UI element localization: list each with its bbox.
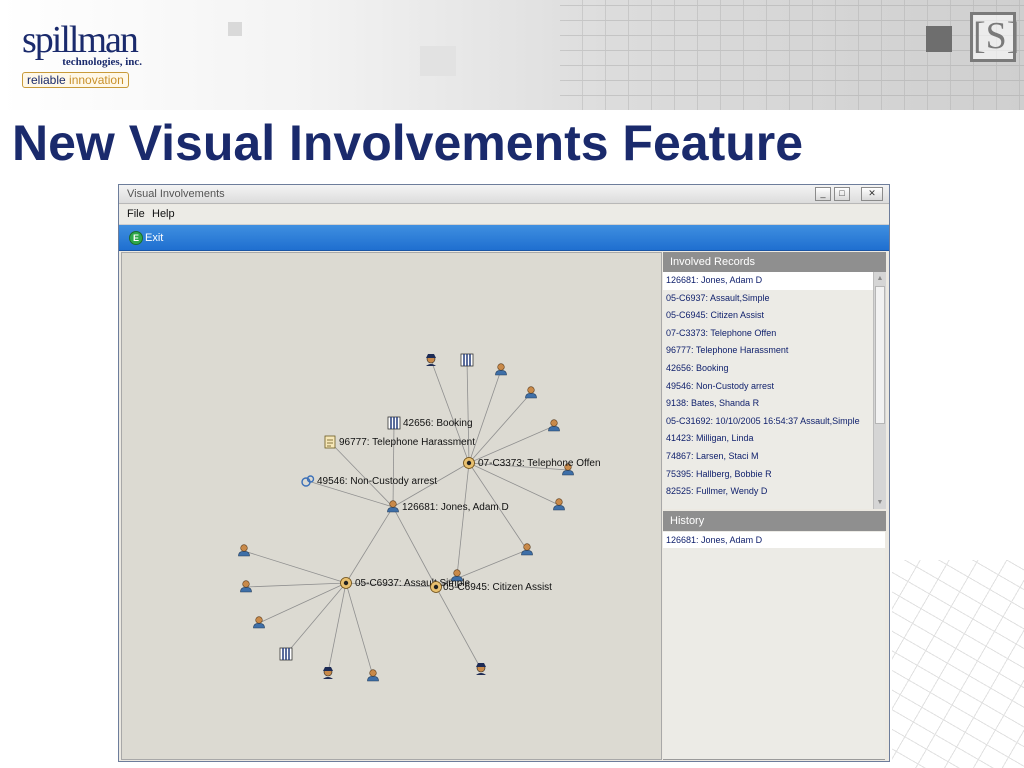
person-node[interactable] <box>253 616 265 629</box>
involved-records-header: Involved Records <box>663 252 886 272</box>
scroll-down-arrow[interactable]: ▼ <box>874 496 886 509</box>
officer-node[interactable] <box>322 666 334 680</box>
history-list[interactable]: 126681: Jones, Adam D <box>663 531 885 760</box>
telephone-harassment-label: 96777: Telephone Harassment <box>339 437 475 448</box>
exit-button[interactable]: E Exit <box>129 230 167 246</box>
booking-label: 42656: Booking <box>403 418 473 429</box>
exit-icon: E <box>129 231 143 245</box>
logo-tag-reliable: reliable <box>27 73 66 87</box>
records-scrollbar[interactable]: ▲ ▼ <box>873 272 886 509</box>
person-node[interactable] <box>521 543 533 556</box>
menu-bar: File Help <box>119 205 889 225</box>
scroll-thumb[interactable] <box>875 286 885 424</box>
scroll-up-arrow[interactable]: ▲ <box>874 272 886 285</box>
close-button[interactable]: ✕ <box>861 187 883 201</box>
logo-tagline: reliable innovation <box>22 72 129 88</box>
non-custody-arrest-node[interactable]: 49546: Non-Custody arrest <box>301 475 437 487</box>
blueprint-decoration-bottom <box>892 560 1024 768</box>
record-item[interactable]: 07-C3373: Telephone Offen <box>663 325 873 343</box>
person-node[interactable] <box>367 669 379 682</box>
record-item[interactable]: 74867: Larsen, Staci M <box>663 448 873 466</box>
telephone-harassment-node[interactable]: 96777: Telephone Harassment <box>324 435 475 449</box>
jones-label: 126681: Jones, Adam D <box>402 502 509 513</box>
menu-file[interactable]: File <box>127 208 145 220</box>
jail-node[interactable] <box>460 353 474 367</box>
person-node[interactable] <box>495 363 507 376</box>
jones-person-node[interactable]: 126681: Jones, Adam D <box>387 500 509 513</box>
company-logo: spillman technologies, inc. reliable inn… <box>22 19 142 106</box>
decorative-square <box>228 22 242 36</box>
history-header: History <box>663 511 886 531</box>
person-node[interactable] <box>553 498 565 511</box>
visual-involvements-window: Visual Involvements _ □ ✕ File Help E Ex… <box>118 184 890 762</box>
person-node[interactable] <box>548 419 560 432</box>
involvement-graph: 42656: Booking 96777: Telephone Harassme… <box>238 353 601 682</box>
non-custody-arrest-label: 49546: Non-Custody arrest <box>317 476 437 487</box>
logo-tag-innovation: innovation <box>65 73 124 87</box>
person-node[interactable] <box>240 580 252 593</box>
record-item[interactable]: 49546: Non-Custody arrest <box>663 378 873 396</box>
record-item[interactable]: 05-C6945: Citizen Assist <box>663 307 873 325</box>
person-node[interactable] <box>238 544 250 557</box>
window-titlebar[interactable]: Visual Involvements _ □ ✕ <box>119 185 889 204</box>
involved-records-list[interactable]: 126681: Jones, Adam D 05-C6937: Assault,… <box>663 272 873 509</box>
minimize-button[interactable]: _ <box>815 187 831 201</box>
brand-badge: [S] <box>970 12 1019 62</box>
involvement-graph-canvas[interactable]: 42656: Booking 96777: Telephone Harassme… <box>121 252 662 760</box>
record-item[interactable]: 42656: Booking <box>663 360 873 378</box>
officer-node[interactable] <box>475 662 487 676</box>
menu-help[interactable]: Help <box>152 208 175 220</box>
citizen-assist-node[interactable]: 05-C6945: Citizen Assist <box>430 581 553 594</box>
history-item[interactable]: 126681: Jones, Adam D <box>663 532 885 548</box>
officer-node[interactable] <box>425 353 437 367</box>
record-item[interactable]: 41423: Milligan, Linda <box>663 430 873 448</box>
record-item[interactable]: 9138: Bates, Shanda R <box>663 395 873 413</box>
record-item[interactable]: 75395: Hallberg, Bobbie R <box>663 466 873 484</box>
jail-node[interactable] <box>279 647 293 661</box>
booking-node[interactable]: 42656: Booking <box>387 416 473 430</box>
graph-edges <box>243 359 569 677</box>
person-node[interactable] <box>525 386 537 399</box>
exit-label: Exit <box>145 232 164 244</box>
maximize-button[interactable]: □ <box>834 187 850 201</box>
decorative-square <box>926 26 952 52</box>
record-item[interactable]: 05-C6937: Assault,Simple <box>663 290 873 308</box>
record-item[interactable]: 126681: Jones, Adam D <box>663 272 873 290</box>
record-item[interactable]: 05-C31692: 10/10/2005 16:54:37 Assault,S… <box>663 413 873 431</box>
toolbar: E Exit <box>119 225 889 251</box>
logo-word: spillman <box>22 19 139 61</box>
decorative-square <box>420 46 456 76</box>
blueprint-decoration <box>560 0 1024 110</box>
citizen-assist-label: 05-C6945: Citizen Assist <box>443 582 552 593</box>
record-item[interactable]: 96777: Telephone Harassment <box>663 342 873 360</box>
telephone-offen-node[interactable]: 07-C3373: Telephone Offen <box>463 457 601 470</box>
telephone-offen-label: 07-C3373: Telephone Offen <box>478 458 601 469</box>
record-item[interactable]: 82525: Fullmer, Wendy D <box>663 483 873 501</box>
slide-title: New Visual Involvements Feature <box>12 115 804 171</box>
window-title: Visual Involvements <box>127 188 225 200</box>
